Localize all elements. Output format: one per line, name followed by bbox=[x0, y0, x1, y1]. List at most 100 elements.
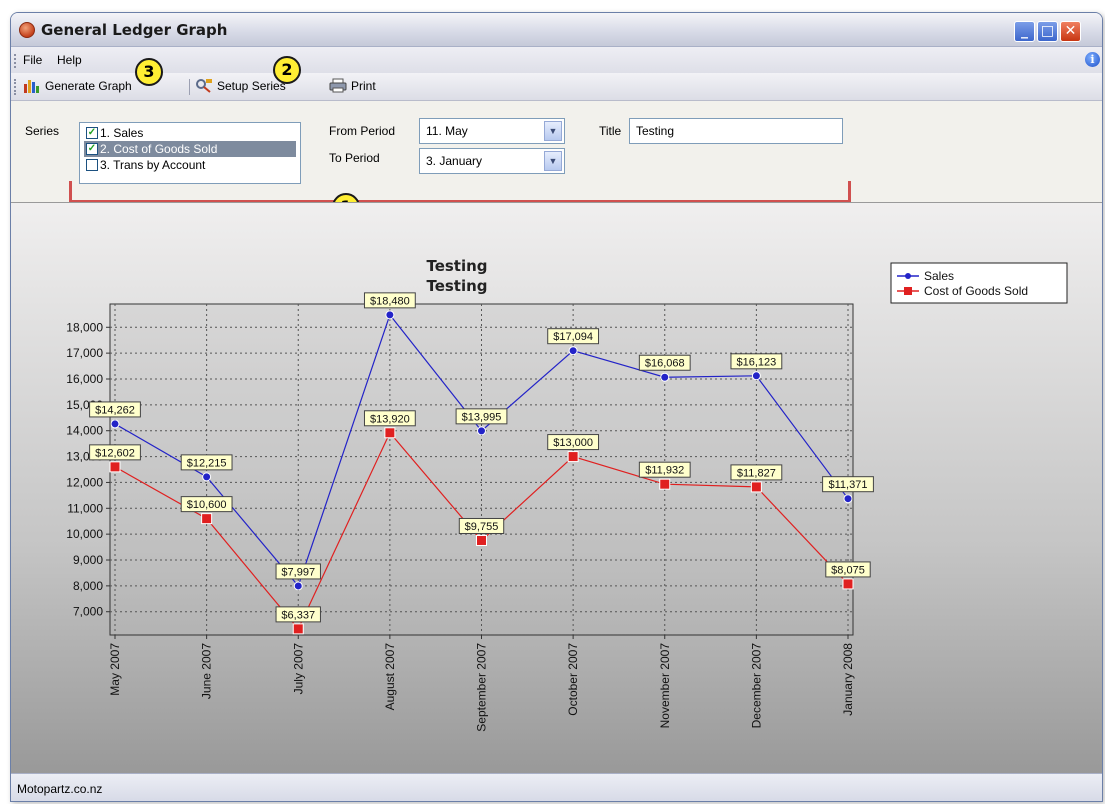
series-label: Series bbox=[25, 124, 60, 138]
x-tick-label: May 2007 bbox=[108, 643, 122, 696]
data-point-cogs bbox=[292, 623, 304, 635]
data-label: $9,755 bbox=[465, 521, 499, 533]
callout-bracket bbox=[69, 181, 851, 203]
data-point-cogs bbox=[842, 578, 854, 590]
data-label: $14,262 bbox=[95, 404, 135, 416]
maximize-button[interactable]: □ bbox=[1037, 21, 1058, 42]
to-period-select[interactable]: 3. January ▼ bbox=[419, 148, 565, 174]
data-point-cogs bbox=[109, 461, 121, 473]
legend-marker bbox=[904, 287, 912, 295]
series-item-trans[interactable]: 3. Trans by Account bbox=[84, 157, 296, 173]
series-checkbox-cogs[interactable]: ✓ bbox=[86, 143, 98, 155]
line-chart: 7,0008,0009,00010,00011,00012,00013,0001… bbox=[66, 257, 1068, 732]
title-input[interactable]: Testing bbox=[629, 118, 843, 144]
from-period-value: 11. May bbox=[426, 124, 468, 138]
y-tick-label: 10,000 bbox=[66, 527, 103, 541]
from-period-label: From Period bbox=[329, 124, 396, 138]
data-point-sales bbox=[843, 494, 853, 504]
callout-2: 2 bbox=[273, 56, 301, 84]
setup-series-icon bbox=[196, 79, 212, 93]
app-window: General Ledger Graph _ □ ✕ File Help i G… bbox=[10, 12, 1103, 802]
chart-title: Testing bbox=[426, 257, 487, 275]
printer-icon bbox=[329, 78, 347, 93]
app-icon bbox=[19, 22, 35, 38]
x-tick-label: January 2008 bbox=[841, 643, 855, 716]
status-text: Motopartz.co.nz bbox=[17, 782, 103, 796]
title-label: Title bbox=[599, 124, 622, 138]
status-bar: Motopartz.co.nz bbox=[11, 773, 1102, 801]
menu-help[interactable]: Help bbox=[57, 53, 82, 67]
data-label: $7,997 bbox=[281, 566, 315, 578]
minimize-button[interactable]: _ bbox=[1014, 21, 1035, 42]
info-icon[interactable]: i bbox=[1085, 52, 1100, 67]
data-label: $11,371 bbox=[829, 479, 868, 491]
x-tick-label: November 2007 bbox=[658, 643, 672, 729]
maximize-icon: □ bbox=[1040, 23, 1055, 39]
data-label: $13,000 bbox=[553, 437, 593, 449]
print-label: Print bbox=[351, 79, 376, 93]
data-point-cogs bbox=[476, 534, 487, 546]
x-tick-label: September 2007 bbox=[475, 643, 489, 732]
data-label: $11,932 bbox=[645, 465, 684, 477]
legend-label: Sales bbox=[924, 269, 954, 283]
y-tick-label: 9,000 bbox=[73, 553, 103, 567]
chevron-down-icon[interactable]: ▼ bbox=[544, 121, 562, 141]
generate-graph-label: Generate Graph bbox=[45, 79, 132, 93]
menu-file[interactable]: File bbox=[23, 53, 42, 67]
chart-panel: 7,000 8,000 9,000 10,000 11,000 12,000 13,000 1… bbox=[11, 202, 1102, 773]
generate-graph-button[interactable]: Generate Graph bbox=[23, 78, 132, 98]
data-point-sales bbox=[202, 472, 212, 482]
window-title: General Ledger Graph bbox=[41, 21, 228, 39]
series-item-cogs[interactable]: ✓ 2. Cost of Goods Sold bbox=[84, 141, 296, 157]
data-label: $8,075 bbox=[831, 564, 865, 576]
y-tick-label: 14,000 bbox=[66, 424, 103, 438]
data-point-sales bbox=[293, 581, 303, 591]
from-period-select[interactable]: 11. May ▼ bbox=[419, 118, 565, 144]
y-tick-label: 7,000 bbox=[73, 605, 103, 619]
data-point-sales bbox=[568, 346, 578, 356]
chart-subtitle: Testing bbox=[426, 277, 487, 295]
x-tick-label: July 2007 bbox=[291, 643, 305, 695]
parameters-panel: Series ✓ 1. Sales ✓ 2. Cost of Goods Sol… bbox=[11, 102, 1102, 203]
series-checkbox-sales[interactable]: ✓ bbox=[86, 127, 98, 139]
chevron-down-icon[interactable]: ▼ bbox=[544, 151, 562, 171]
data-point-cogs bbox=[659, 478, 671, 490]
y-tick-label: 18,000 bbox=[66, 320, 103, 334]
toolbar: Generate Graph Setup Series Print bbox=[11, 73, 1102, 101]
minimize-icon: _ bbox=[1021, 23, 1028, 39]
x-tick-label: October 2007 bbox=[566, 643, 580, 716]
data-label: $13,920 bbox=[370, 413, 410, 425]
data-label: $17,094 bbox=[553, 331, 593, 343]
toolbar-grip-icon bbox=[14, 79, 17, 95]
data-label: $18,480 bbox=[370, 295, 410, 307]
y-tick-label: 12,000 bbox=[66, 475, 103, 489]
legend-label: Cost of Goods Sold bbox=[924, 284, 1028, 298]
data-point-sales bbox=[477, 426, 486, 436]
y-tick-label: 11,000 bbox=[67, 501, 103, 515]
y-tick-label: 16,000 bbox=[66, 372, 103, 386]
callout-3: 3 bbox=[135, 58, 163, 86]
close-button[interactable]: ✕ bbox=[1060, 21, 1081, 42]
data-label: $16,068 bbox=[645, 358, 685, 370]
menu-grip-icon bbox=[14, 54, 17, 68]
setup-series-label: Setup Series bbox=[217, 79, 286, 93]
title-bar[interactable]: General Ledger Graph _ □ ✕ bbox=[11, 13, 1102, 47]
series-item-label: 1. Sales bbox=[100, 126, 144, 140]
data-label: $16,123 bbox=[736, 356, 776, 368]
data-label: $13,995 bbox=[462, 411, 502, 423]
data-label: $11,827 bbox=[737, 467, 776, 479]
data-point-cogs bbox=[750, 481, 762, 493]
series-checkbox-trans[interactable] bbox=[86, 159, 98, 171]
series-listbox[interactable]: ✓ 1. Sales ✓ 2. Cost of Goods Sold 3. Tr… bbox=[79, 122, 301, 184]
data-point-cogs bbox=[384, 427, 396, 439]
print-button[interactable]: Print bbox=[329, 78, 376, 98]
y-tick-label: 8,000 bbox=[73, 579, 103, 593]
data-point-cogs bbox=[567, 451, 579, 463]
data-label: $10,600 bbox=[187, 499, 227, 511]
y-tick-label: 17,000 bbox=[66, 346, 103, 360]
setup-series-button[interactable]: Setup Series bbox=[195, 78, 286, 98]
toolbar-separator bbox=[189, 79, 190, 95]
series-item-sales[interactable]: ✓ 1. Sales bbox=[84, 125, 296, 141]
data-label: $6,337 bbox=[281, 609, 315, 621]
data-point-sales bbox=[660, 372, 670, 382]
